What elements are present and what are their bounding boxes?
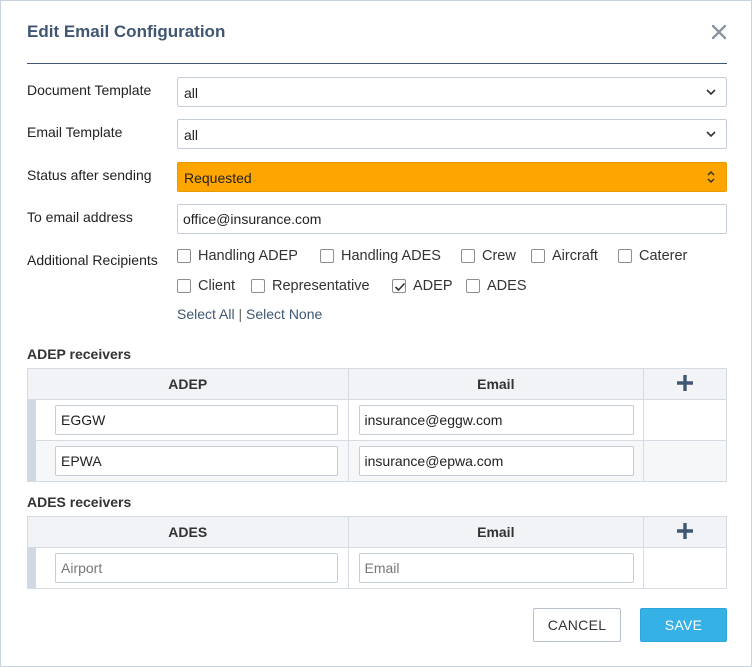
status-after-sending-select[interactable]: Requested [177,162,727,192]
email-cell [347,440,645,482]
checkbox-box[interactable] [177,279,191,293]
column-header-email: Email [347,368,645,400]
email-input[interactable] [358,553,634,583]
column-header-adep: ADEP [27,368,349,400]
checkbox-label: Client [198,278,236,294]
table-header: ADEP Email [27,368,727,400]
status-after-sending-value: Requested [184,170,252,186]
additional-recipients-label: Additional Recipients [27,252,158,268]
chevron-updown-icon [707,170,715,184]
checkbox-box[interactable] [466,279,480,293]
edit-email-config-dialog: Edit Email Configuration Document Templa… [0,0,752,667]
row-actions-cell [643,399,727,441]
link-separator: | [238,306,243,322]
ades-receivers-table: ADES Email [27,516,727,589]
airport-input[interactable] [55,405,338,435]
document-template-select[interactable]: all [177,77,727,107]
checkbox-label: Aircraft [552,248,598,264]
dialog-title: Edit Email Configuration [27,22,226,41]
email-cell [347,547,645,589]
email-input[interactable] [358,446,634,476]
plus-icon[interactable] [675,373,695,396]
recipients-row-2: Client Representative ADEP ADES [177,278,727,298]
to-email-input[interactable] [177,204,727,234]
title-divider [27,63,727,64]
airport-cell [27,547,349,589]
recipients-row-1: Handling ADEP Handling ADES Crew Aircraf… [177,248,727,268]
status-after-sending-label: Status after sending [27,167,152,183]
email-cell [347,399,645,441]
checkbox-label: Caterer [639,248,688,264]
select-all-link[interactable]: Select All [177,306,235,322]
to-email-label: To email address [27,209,133,225]
checkbox-box[interactable] [320,249,334,263]
row-actions-cell [643,547,727,589]
ades-receivers-title: ADES receivers [27,494,132,510]
check-icon [394,282,406,292]
select-links: Select All | Select None [177,306,322,326]
drag-handle[interactable] [28,400,36,440]
drag-handle[interactable] [28,441,36,481]
email-input[interactable] [358,405,634,435]
add-row-cell [643,516,727,548]
table-row [27,440,727,482]
cancel-button[interactable]: CANCEL [533,608,621,642]
email-template-value: all [184,127,199,143]
select-none-link[interactable]: Select None [246,306,322,322]
chevron-down-icon [706,131,716,138]
close-icon[interactable] [707,20,731,44]
checkbox-label: Handling ADES [341,248,441,264]
email-template-select[interactable]: all [177,119,727,149]
checkbox-label: Representative [272,278,370,294]
checkbox-box[interactable] [618,249,632,263]
checkbox-box[interactable] [177,249,191,263]
checkbox-label: Crew [482,248,516,264]
airport-cell [27,440,349,482]
checkbox-box[interactable] [461,249,475,263]
airport-cell [27,399,349,441]
add-row-cell [643,368,727,400]
row-actions-cell [643,440,727,482]
airport-input[interactable] [55,553,338,583]
adep-receivers-title: ADEP receivers [27,346,132,362]
checkbox-label: ADEP [413,278,453,294]
table-row [27,547,727,589]
airport-input[interactable] [55,446,338,476]
checkbox-box[interactable] [251,279,265,293]
checkbox-box[interactable] [531,249,545,263]
save-button[interactable]: SAVE [640,608,727,642]
table-row [27,399,727,441]
adep-receivers-table: ADEP Email [27,368,727,482]
drag-handle[interactable] [28,548,36,588]
checkbox-label: Handling ADEP [198,248,298,264]
document-template-value: all [184,85,199,101]
plus-icon[interactable] [675,521,695,544]
email-template-label: Email Template [27,124,123,140]
column-header-ades: ADES [27,516,349,548]
chevron-down-icon [706,89,716,96]
column-header-email: Email [347,516,645,548]
document-template-label: Document Template [27,82,152,98]
checkbox-box[interactable] [392,279,406,293]
checkbox-label: ADES [487,278,527,294]
table-header: ADES Email [27,516,727,548]
